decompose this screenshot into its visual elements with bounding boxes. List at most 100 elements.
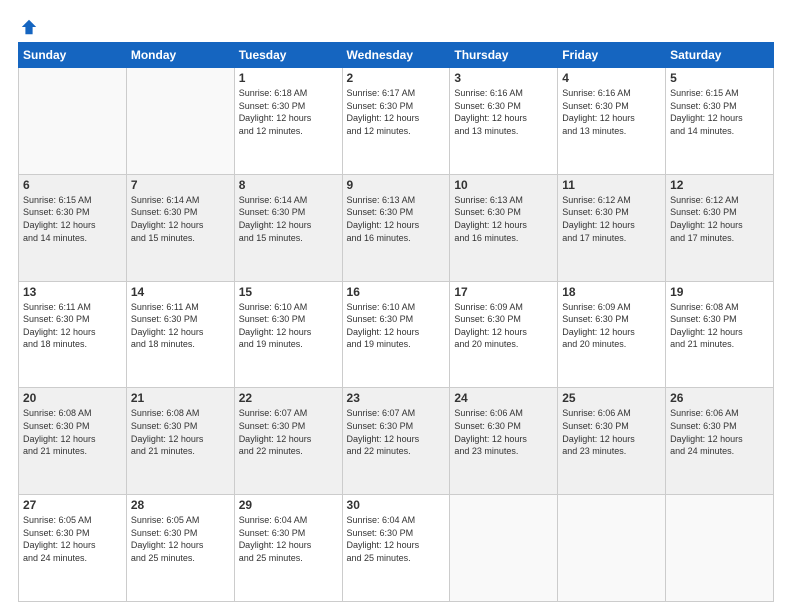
calendar-cell: 15 Sunrise: 6:10 AM Sunset: 6:30 PM Dayli… — [234, 281, 342, 388]
day-number: 6 — [23, 178, 122, 192]
day-info: Sunrise: 6:16 AM Sunset: 6:30 PM Dayligh… — [454, 87, 553, 137]
day-info: Sunrise: 6:10 AM Sunset: 6:30 PM Dayligh… — [239, 301, 338, 351]
day-number: 19 — [670, 285, 769, 299]
day-info: Sunrise: 6:06 AM Sunset: 6:30 PM Dayligh… — [454, 407, 553, 457]
calendar-cell: 28 Sunrise: 6:05 AM Sunset: 6:30 PM Dayli… — [126, 495, 234, 602]
day-number: 4 — [562, 71, 661, 85]
calendar-cell: 7Sunrise: 6:14 AM Sunset: 6:30 PM Daylig… — [126, 174, 234, 281]
calendar-cell — [450, 495, 558, 602]
day-info: Sunrise: 6:08 AM Sunset: 6:30 PM Dayligh… — [131, 407, 230, 457]
day-info: Sunrise: 6:06 AM Sunset: 6:30 PM Dayligh… — [562, 407, 661, 457]
calendar-cell: 12 Sunrise: 6:12 AM Sunset: 6:30 PM Dayli… — [666, 174, 774, 281]
calendar-cell: 23 Sunrise: 6:07 AM Sunset: 6:30 PM Dayli… — [342, 388, 450, 495]
day-info: Sunrise: 6:05 AM Sunset: 6:30 PM Dayligh… — [23, 514, 122, 564]
day-info: Sunrise: 6:15 AM Sunset: 6:30 PM Dayligh… — [670, 87, 769, 137]
calendar-cell: 17Sunrise: 6:09 AM Sunset: 6:30 PM Dayli… — [450, 281, 558, 388]
calendar-cell: 21 Sunrise: 6:08 AM Sunset: 6:30 PM Dayli… — [126, 388, 234, 495]
calendar-cell: 2 Sunrise: 6:17 AM Sunset: 6:30 PM Daylig… — [342, 68, 450, 175]
day-number: 10 — [454, 178, 553, 192]
col-tuesday: Tuesday — [234, 43, 342, 68]
calendar-cell: 1Sunrise: 6:18 AM Sunset: 6:30 PM Daylig… — [234, 68, 342, 175]
day-number: 12 — [670, 178, 769, 192]
calendar-cell: 19 Sunrise: 6:08 AM Sunset: 6:30 PM Dayli… — [666, 281, 774, 388]
day-number: 21 — [131, 391, 230, 405]
day-number: 15 — [239, 285, 338, 299]
calendar-header-row: Sunday Monday Tuesday Wednesday Thursday… — [19, 43, 774, 68]
day-info: Sunrise: 6:09 AM Sunset: 6:30 PM Dayligh… — [454, 301, 553, 351]
calendar-cell: 26 Sunrise: 6:06 AM Sunset: 6:30 PM Dayli… — [666, 388, 774, 495]
day-number: 3 — [454, 71, 553, 85]
day-number: 30 — [347, 498, 446, 512]
page: Sunday Monday Tuesday Wednesday Thursday… — [0, 0, 792, 612]
day-info: Sunrise: 6:11 AM Sunset: 6:30 PM Dayligh… — [23, 301, 122, 351]
header — [18, 18, 774, 32]
col-saturday: Saturday — [666, 43, 774, 68]
day-info: Sunrise: 6:07 AM Sunset: 6:30 PM Dayligh… — [239, 407, 338, 457]
calendar-cell: 3 Sunrise: 6:16 AM Sunset: 6:30 PM Daylig… — [450, 68, 558, 175]
day-info: Sunrise: 6:08 AM Sunset: 6:30 PM Dayligh… — [23, 407, 122, 457]
calendar-cell: 13 Sunrise: 6:11 AM Sunset: 6:30 PM Dayli… — [19, 281, 127, 388]
day-info: Sunrise: 6:17 AM Sunset: 6:30 PM Dayligh… — [347, 87, 446, 137]
day-number: 14 — [131, 285, 230, 299]
calendar-cell: 8 Sunrise: 6:14 AM Sunset: 6:30 PM Daylig… — [234, 174, 342, 281]
calendar-cell: 30 Sunrise: 6:04 AM Sunset: 6:30 PM Dayli… — [342, 495, 450, 602]
calendar-week-row: 13 Sunrise: 6:11 AM Sunset: 6:30 PM Dayli… — [19, 281, 774, 388]
day-info: Sunrise: 6:06 AM Sunset: 6:30 PM Dayligh… — [670, 407, 769, 457]
calendar-cell: 6 Sunrise: 6:15 AM Sunset: 6:30 PM Daylig… — [19, 174, 127, 281]
day-info: Sunrise: 6:16 AM Sunset: 6:30 PM Dayligh… — [562, 87, 661, 137]
logo — [18, 18, 38, 32]
day-number: 28 — [131, 498, 230, 512]
calendar-cell — [126, 68, 234, 175]
day-info: Sunrise: 6:15 AM Sunset: 6:30 PM Dayligh… — [23, 194, 122, 244]
day-number: 29 — [239, 498, 338, 512]
day-info: Sunrise: 6:13 AM Sunset: 6:30 PM Dayligh… — [347, 194, 446, 244]
calendar: Sunday Monday Tuesday Wednesday Thursday… — [18, 42, 774, 602]
calendar-cell: 9 Sunrise: 6:13 AM Sunset: 6:30 PM Daylig… — [342, 174, 450, 281]
day-number: 7 — [131, 178, 230, 192]
calendar-cell — [558, 495, 666, 602]
calendar-cell: 25 Sunrise: 6:06 AM Sunset: 6:30 PM Dayli… — [558, 388, 666, 495]
day-number: 9 — [347, 178, 446, 192]
day-number: 13 — [23, 285, 122, 299]
calendar-cell: 14Sunrise: 6:11 AM Sunset: 6:30 PM Dayli… — [126, 281, 234, 388]
calendar-cell: 5Sunrise: 6:15 AM Sunset: 6:30 PM Daylig… — [666, 68, 774, 175]
day-number: 8 — [239, 178, 338, 192]
calendar-cell: 22 Sunrise: 6:07 AM Sunset: 6:30 PM Dayli… — [234, 388, 342, 495]
col-thursday: Thursday — [450, 43, 558, 68]
day-number: 18 — [562, 285, 661, 299]
calendar-cell — [19, 68, 127, 175]
day-number: 25 — [562, 391, 661, 405]
day-info: Sunrise: 6:13 AM Sunset: 6:30 PM Dayligh… — [454, 194, 553, 244]
day-number: 2 — [347, 71, 446, 85]
day-info: Sunrise: 6:14 AM Sunset: 6:30 PM Dayligh… — [239, 194, 338, 244]
calendar-cell: 29 Sunrise: 6:04 AM Sunset: 6:30 PM Dayli… — [234, 495, 342, 602]
day-info: Sunrise: 6:12 AM Sunset: 6:30 PM Dayligh… — [670, 194, 769, 244]
day-number: 20 — [23, 391, 122, 405]
col-wednesday: Wednesday — [342, 43, 450, 68]
col-sunday: Sunday — [19, 43, 127, 68]
logo-icon — [20, 18, 38, 36]
calendar-cell: 16 Sunrise: 6:10 AM Sunset: 6:30 PM Dayli… — [342, 281, 450, 388]
day-info: Sunrise: 6:04 AM Sunset: 6:30 PM Dayligh… — [239, 514, 338, 564]
calendar-week-row: 6 Sunrise: 6:15 AM Sunset: 6:30 PM Daylig… — [19, 174, 774, 281]
calendar-cell — [666, 495, 774, 602]
calendar-cell: 24 Sunrise: 6:06 AM Sunset: 6:30 PM Dayli… — [450, 388, 558, 495]
day-info: Sunrise: 6:12 AM Sunset: 6:30 PM Dayligh… — [562, 194, 661, 244]
day-info: Sunrise: 6:07 AM Sunset: 6:30 PM Dayligh… — [347, 407, 446, 457]
day-number: 24 — [454, 391, 553, 405]
day-info: Sunrise: 6:18 AM Sunset: 6:30 PM Dayligh… — [239, 87, 338, 137]
day-number: 26 — [670, 391, 769, 405]
day-number: 16 — [347, 285, 446, 299]
day-info: Sunrise: 6:04 AM Sunset: 6:30 PM Dayligh… — [347, 514, 446, 564]
day-info: Sunrise: 6:10 AM Sunset: 6:30 PM Dayligh… — [347, 301, 446, 351]
calendar-week-row: 20 Sunrise: 6:08 AM Sunset: 6:30 PM Dayli… — [19, 388, 774, 495]
day-info: Sunrise: 6:08 AM Sunset: 6:30 PM Dayligh… — [670, 301, 769, 351]
col-friday: Friday — [558, 43, 666, 68]
calendar-week-row: 27Sunrise: 6:05 AM Sunset: 6:30 PM Dayli… — [19, 495, 774, 602]
calendar-cell: 27Sunrise: 6:05 AM Sunset: 6:30 PM Dayli… — [19, 495, 127, 602]
day-info: Sunrise: 6:05 AM Sunset: 6:30 PM Dayligh… — [131, 514, 230, 564]
calendar-cell: 4 Sunrise: 6:16 AM Sunset: 6:30 PM Daylig… — [558, 68, 666, 175]
day-number: 22 — [239, 391, 338, 405]
day-number: 23 — [347, 391, 446, 405]
day-number: 11 — [562, 178, 661, 192]
